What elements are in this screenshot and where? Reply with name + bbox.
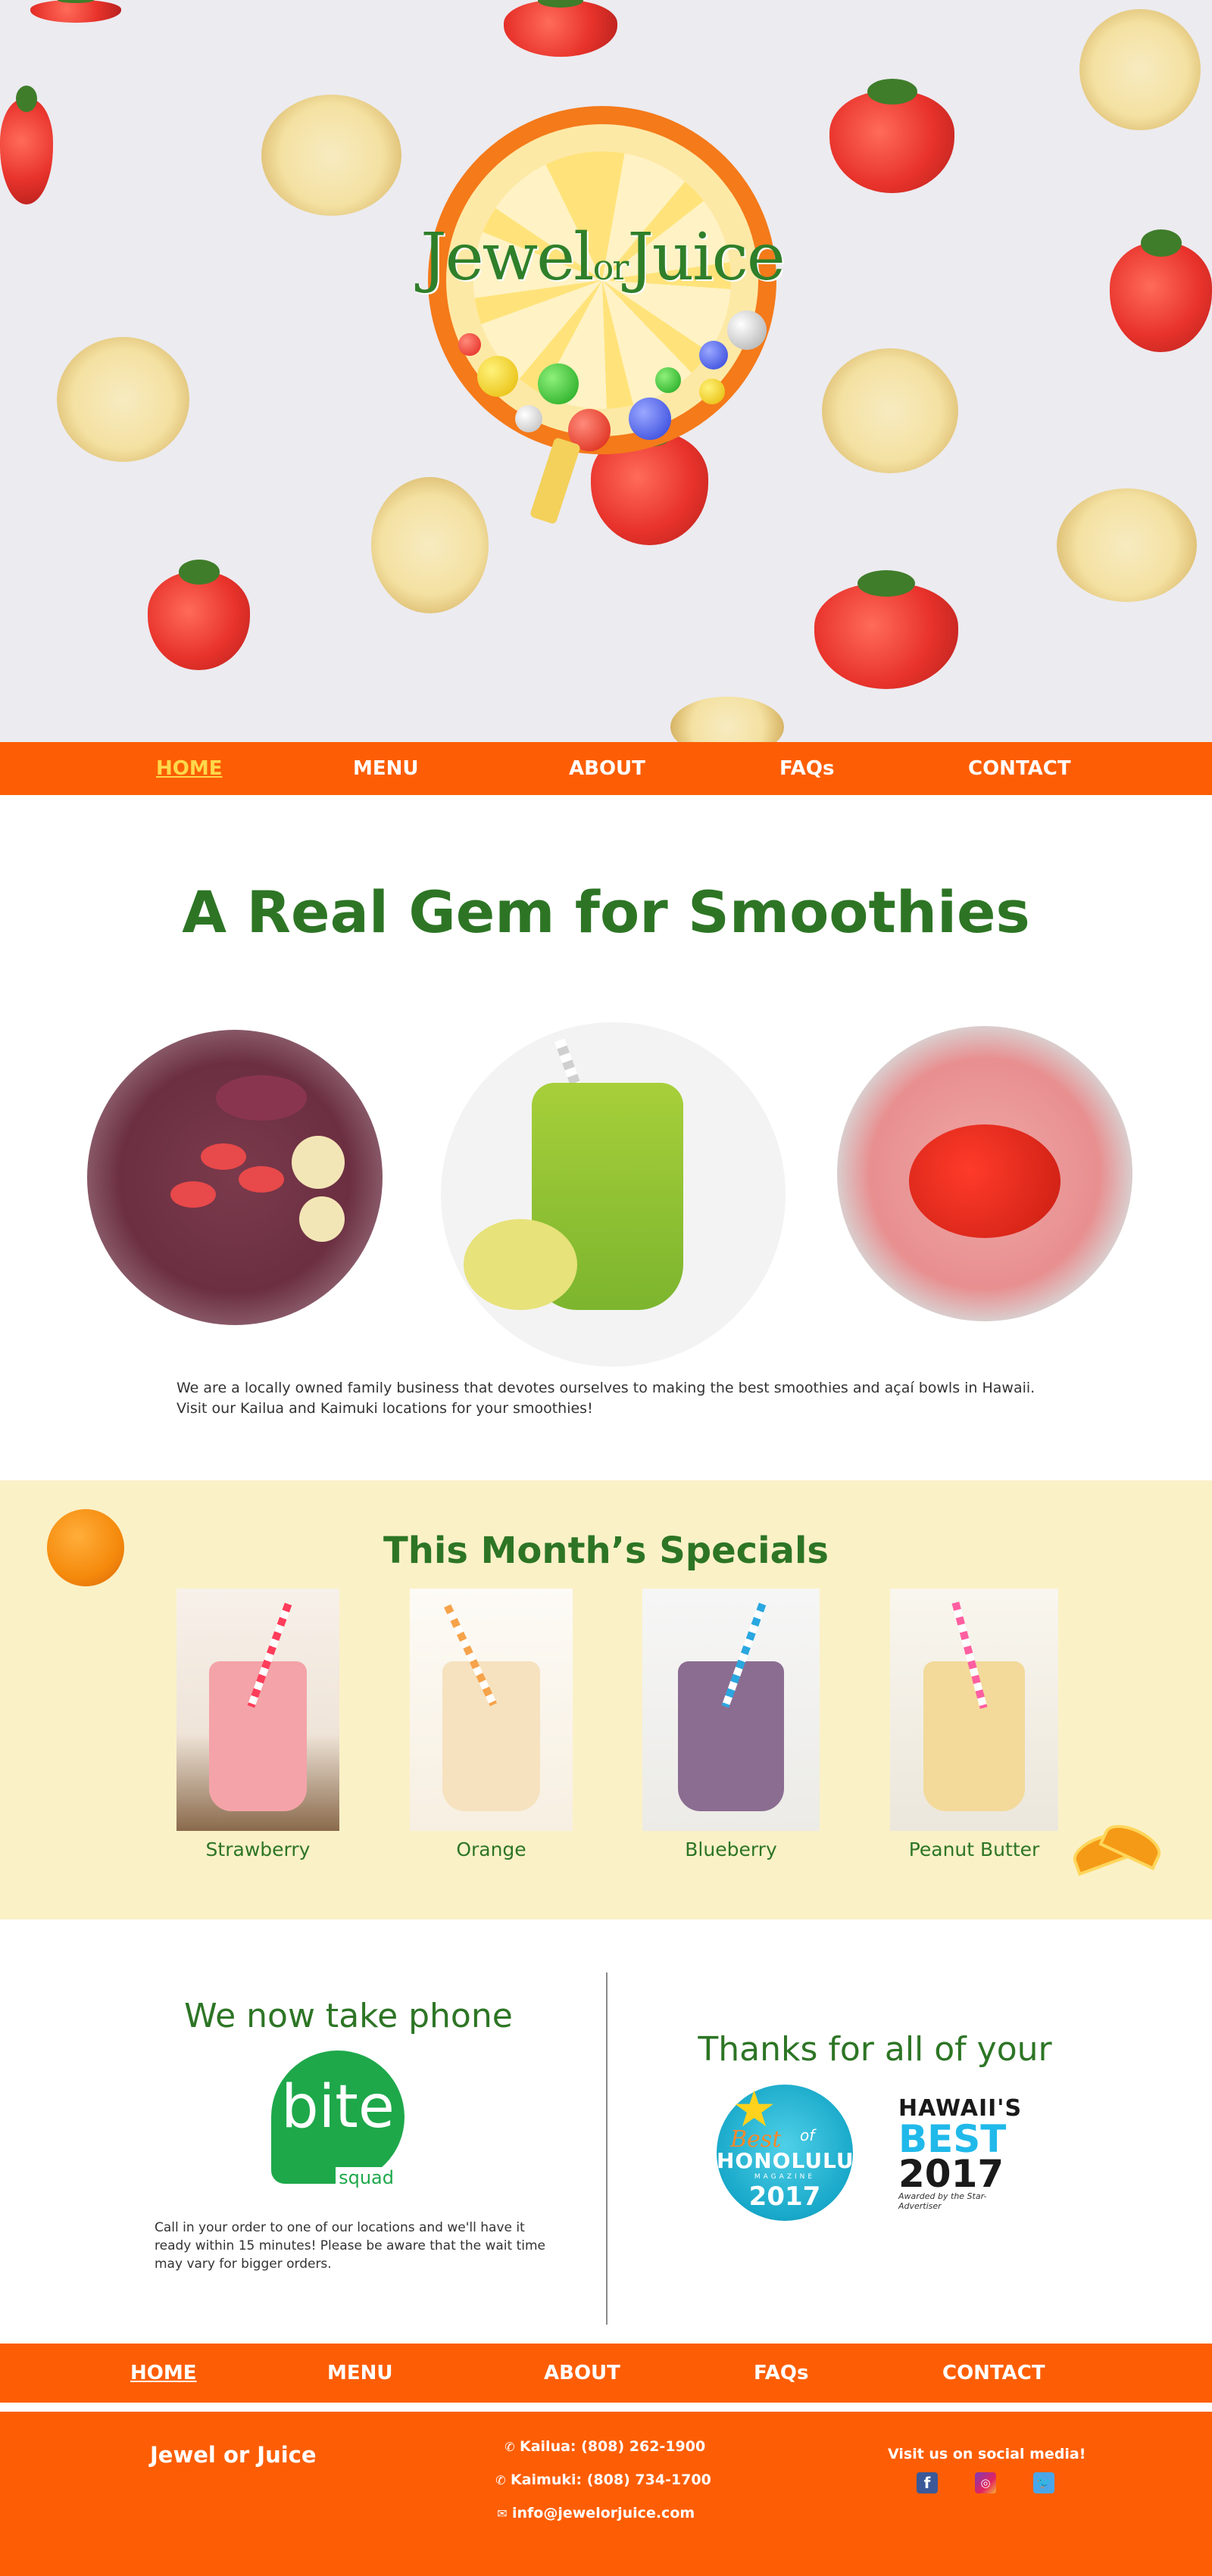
phone-orders-heading: We now take phone — [184, 1997, 513, 2035]
social-title: Visit us on social media! — [888, 2446, 1086, 2462]
mail-icon: ✉ — [497, 2506, 508, 2521]
logo-word-or: or — [592, 247, 629, 288]
footer-nav-home[interactable]: HOME — [130, 2362, 197, 2384]
contact-kailua[interactable]: ✆ Kailua: (808) 262-1900 — [500, 2438, 705, 2455]
strawberry — [0, 86, 53, 204]
bite-squad-logo-sub: squad — [336, 2167, 397, 2188]
special-item-orange[interactable]: Orange — [410, 1589, 573, 1860]
phone-orders-text: Call in your order to one of our locatio… — [155, 2220, 545, 2272]
bite-squad-logo[interactable]: bite squad — [271, 2051, 405, 2188]
gem-icon — [699, 379, 725, 404]
strawberry-smoothie-photo — [176, 1589, 339, 1831]
footer: Jewel or Juice ✆ Kailua: (808) 262-1900 ✆… — [0, 2412, 1212, 2576]
footer-nav-contact[interactable]: CONTACT — [942, 2362, 1045, 2384]
strawberry — [504, 0, 617, 57]
acai-bowl-image — [87, 1030, 383, 1325]
strawberry — [1110, 229, 1212, 352]
hero-banner: JewelorJuice — [0, 0, 1212, 742]
gem-icon — [477, 356, 518, 397]
orange-slice-icon — [1068, 1817, 1167, 1876]
nav-home[interactable]: HOME — [156, 757, 223, 780]
footer-gap — [0, 2403, 1212, 2412]
instagram-icon[interactable]: ◎ — [975, 2472, 996, 2493]
green-smoothie-image — [441, 1022, 786, 1367]
contact-kaimuki-text: Kaimuki: (808) 734-1700 — [511, 2472, 711, 2488]
contact-email-text: info@jewelorjuice.com — [512, 2505, 695, 2521]
section-divider — [606, 1973, 608, 2325]
banana-slice — [1079, 9, 1201, 130]
intro-description: We are a locally owned family business t… — [176, 1380, 1036, 1417]
logo-word-jewel: Jewel — [420, 220, 594, 295]
hawaiis-best-badge: HAWAII'S BEST 2017 Awarded by the Star-A… — [898, 2095, 1027, 2216]
best-of-honolulu-badge: ★ Best of HONOLULU MAGAZINE 2017 — [717, 2085, 854, 2221]
gem-icon — [629, 398, 671, 440]
special-caption: Strawberry — [205, 1838, 311, 1860]
contact-kaimuki[interactable]: ✆ Kaimuki: (808) 734-1700 — [491, 2472, 711, 2488]
phone-icon: ✆ — [495, 2473, 506, 2487]
twitter-icon[interactable]: 🐦 — [1033, 2472, 1054, 2493]
peanut-butter-smoothie-photo — [890, 1589, 1058, 1831]
bite-squad-logo-word: bite — [281, 2073, 395, 2141]
phone-icon: ✆ — [504, 2440, 515, 2454]
logo-word-juice: Juice — [627, 220, 785, 295]
logo-stick — [529, 437, 582, 525]
nav-menu[interactable]: MENU — [353, 757, 419, 780]
thanks-heading: Thanks for all of your — [698, 2030, 1052, 2069]
gem-icon — [538, 363, 579, 404]
special-item-blueberry[interactable]: Blueberry — [642, 1589, 820, 1860]
banana-slice — [670, 697, 784, 742]
banana-slice — [57, 337, 189, 462]
nav-faqs[interactable]: FAQs — [779, 757, 834, 780]
strawberry — [30, 0, 121, 23]
badge-awarded-by: Awarded by the Star-Advertiser — [898, 2191, 987, 2211]
banana-slice — [1057, 488, 1197, 602]
logo-text: JewelorJuice — [420, 220, 786, 295]
main-nav: HOME MENU ABOUT FAQs CONTACT — [0, 742, 1212, 795]
gem-icon — [515, 405, 542, 432]
gem-icon — [458, 333, 481, 356]
special-item-peanut-butter[interactable]: Peanut Butter — [890, 1589, 1058, 1860]
special-caption: Orange — [456, 1838, 526, 1860]
footer-nav-faqs[interactable]: FAQs — [754, 2362, 808, 2384]
jewel-or-juice-logo[interactable]: JewelorJuice — [420, 106, 786, 525]
footer-brand: Jewel or Juice — [150, 2442, 317, 2468]
gem-icon — [655, 367, 681, 393]
facebook-icon[interactable]: f — [917, 2472, 938, 2493]
intro-section: A Real Gem for Smoothies We are a locall… — [0, 795, 1212, 1480]
contact-email[interactable]: ✉ info@jewelorjuice.com — [492, 2505, 695, 2521]
strawberry-smoothie-image — [837, 1026, 1132, 1321]
specials-title: This Month’s Specials — [383, 1530, 829, 1572]
specials-section: This Month’s Specials Strawberry Orange … — [0, 1480, 1212, 1920]
banana-slice — [261, 95, 401, 216]
gem-icon — [699, 341, 728, 370]
footer-nav: HOME MENU ABOUT FAQs CONTACT — [0, 2344, 1212, 2403]
badge-city: HONOLULU — [717, 2148, 854, 2173]
footer-nav-menu[interactable]: MENU — [327, 2362, 393, 2384]
gem-icon — [727, 310, 767, 350]
special-caption: Peanut Butter — [908, 1838, 1040, 1860]
special-caption: Blueberry — [685, 1838, 777, 1860]
strawberry — [148, 560, 250, 670]
footer-nav-about[interactable]: ABOUT — [544, 2362, 620, 2384]
blueberry-smoothie-photo — [642, 1589, 820, 1831]
contact-kailua-text: Kailua: (808) 262-1900 — [520, 2438, 706, 2455]
page-title: A Real Gem for Smoothies — [182, 878, 1030, 946]
orange-smoothie-photo — [410, 1589, 573, 1831]
nav-contact[interactable]: CONTACT — [968, 757, 1071, 780]
info-section: We now take phone bite squad Call in you… — [0, 1920, 1212, 2344]
banana-slice — [822, 348, 958, 473]
nav-about[interactable]: ABOUT — [569, 757, 645, 780]
strawberry — [829, 78, 954, 193]
banana-slice — [371, 477, 489, 613]
special-item-strawberry[interactable]: Strawberry — [176, 1589, 339, 1860]
strawberry — [814, 570, 958, 689]
badge-2017: 2017 — [898, 2152, 1004, 2196]
badge-year: 2017 — [748, 2181, 821, 2212]
badge-magazine: MAGAZINE — [754, 2173, 816, 2181]
badge-of: of — [800, 2126, 815, 2144]
